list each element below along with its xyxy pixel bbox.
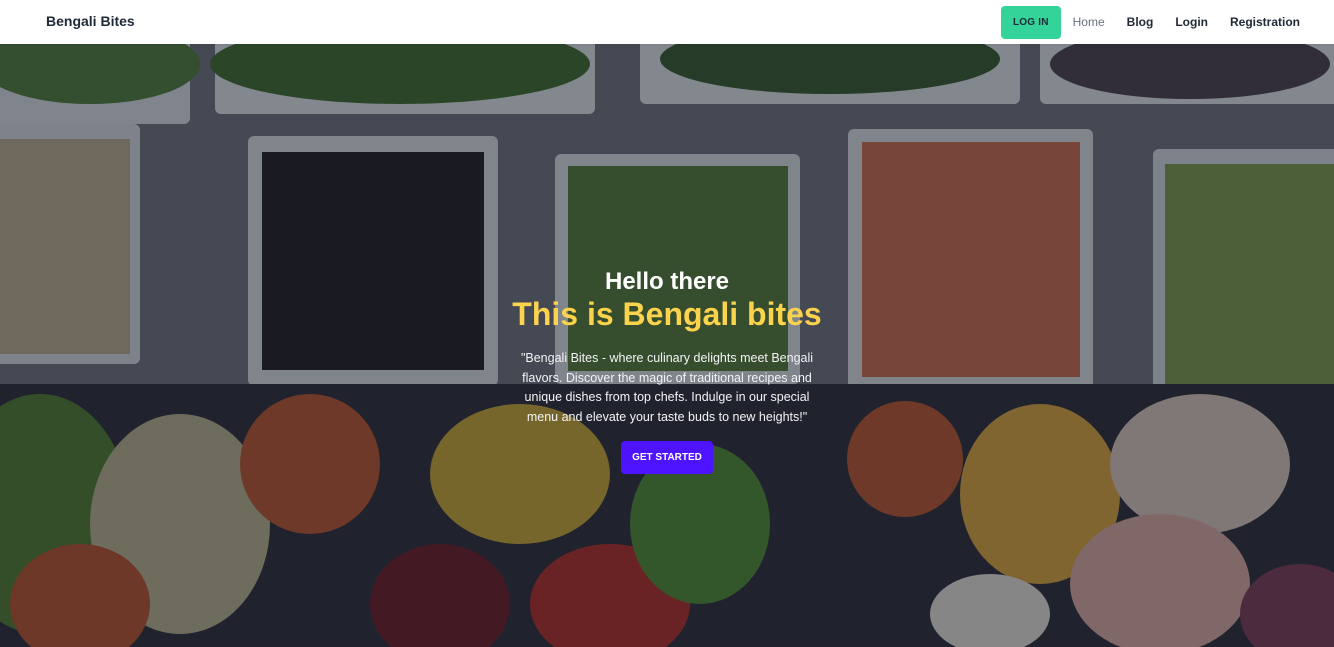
nav-link-blog[interactable]: Blog <box>1127 15 1154 29</box>
brand-logo[interactable]: Bengali Bites <box>46 13 135 29</box>
nav-link-login[interactable]: Login <box>1175 15 1208 29</box>
nav-menu: LOG IN Home Blog Login Registration <box>1000 5 1300 39</box>
nav-link-registration[interactable]: Registration <box>1230 15 1300 29</box>
navbar: Bengali Bites LOG IN Home Blog Login Reg… <box>0 0 1334 44</box>
nav-link-home[interactable]: Home <box>1073 15 1105 29</box>
hero-section: Hello there This is Bengali bites "Benga… <box>0 44 1334 647</box>
hero-headline: This is Bengali bites <box>512 296 822 332</box>
hero-greeting: Hello there <box>604 268 730 295</box>
hero-description: "Bengali Bites - where culinary delights… <box>520 351 814 424</box>
get-started-button[interactable]: GET STARTED <box>621 441 713 474</box>
hero-content: Hello there This is Bengali bites "Benga… <box>0 266 1334 474</box>
login-button[interactable]: LOG IN <box>1000 5 1061 39</box>
